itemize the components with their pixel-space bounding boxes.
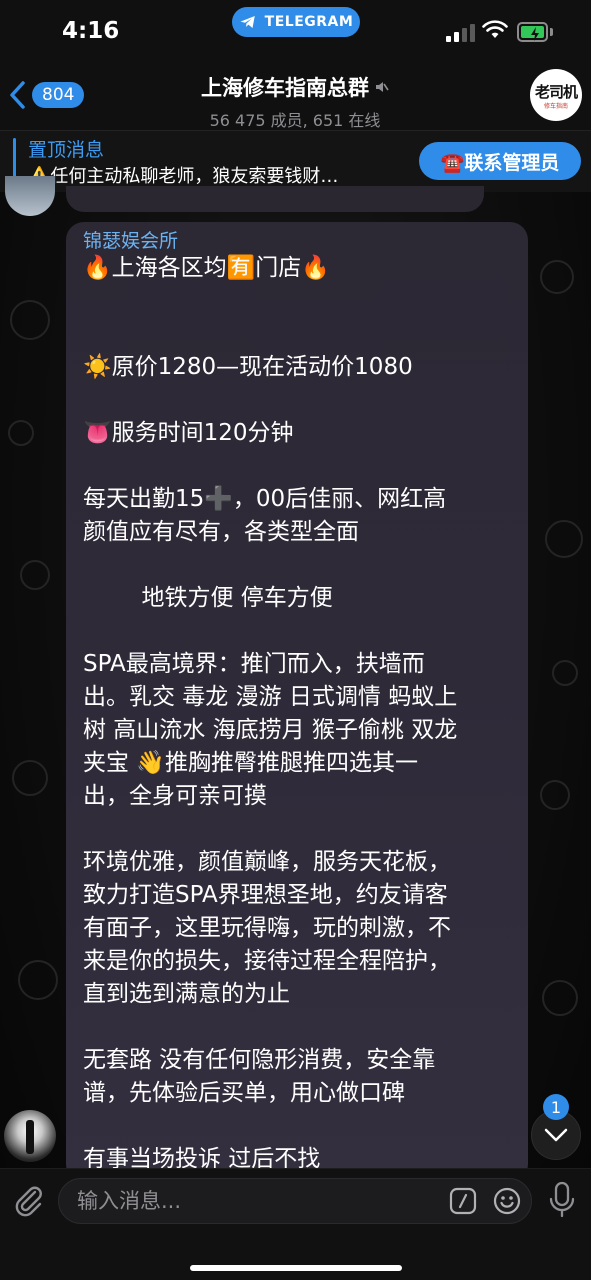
- message-line: 无套路 没有任何隐形消费，安全靠: [83, 1047, 436, 1073]
- message-line: [83, 285, 515, 318]
- bot-commands-icon[interactable]: [449, 1187, 477, 1215]
- message-line: 夹宝 👋推胸推臀推腿推四选其一: [83, 750, 418, 776]
- message-line: 出。乳交 毒龙 漫游 日式调情 蚂蚁上: [83, 684, 458, 710]
- paperclip-icon[interactable]: [12, 1183, 46, 1217]
- microphone-icon[interactable]: [548, 1181, 576, 1219]
- message-line: 👅服务时间120分钟: [83, 420, 294, 446]
- back-button[interactable]: 804: [8, 80, 85, 110]
- message-line: 有面子，这里玩得嗨，玩的刺激，不: [83, 915, 451, 941]
- message-line: 致力打造SPA界理想圣地，约友请客: [83, 882, 448, 908]
- telegram-icon: [240, 16, 255, 28]
- avatar-logo-text: 老司机: [534, 82, 578, 101]
- message-line: SPA最高境界：推门而入，扶墙而: [83, 651, 425, 677]
- message-line: [83, 1011, 515, 1044]
- chat-title-area[interactable]: 上海修车指南总群 56 475 成员, 651 在线: [150, 72, 440, 131]
- message-line: ☀️原价1280—现在活动价1080: [83, 354, 413, 380]
- message-line: 地铁方便 停车方便: [83, 585, 333, 611]
- chevron-down-icon: [544, 1128, 568, 1142]
- message-line: 颜值应有尽有，各类型全面: [83, 519, 359, 545]
- pinned-title: 置顶消息: [28, 139, 105, 161]
- message-sender-name[interactable]: 锦瑟娱会所: [83, 226, 178, 253]
- message-line: [83, 450, 515, 483]
- message-line: 谱，先体验后买单，用心做口碑: [83, 1080, 405, 1106]
- new-messages-badge: 1: [543, 1094, 569, 1120]
- message-line: 🔥上海各区均🈶门店🔥: [83, 255, 330, 281]
- message-line: [83, 615, 515, 648]
- message-line: 环境优雅，颜值巅峰，服务天花板，: [83, 849, 451, 875]
- message-input[interactable]: [77, 1187, 437, 1215]
- status-bar: 4:16 TELEGRAM: [0, 0, 591, 60]
- home-indicator: [190, 1265, 402, 1271]
- pinned-message-bar[interactable]: 置顶消息 ⚠️任何主动私聊老师，狼友索要钱财… ☎️联系管理员: [0, 130, 591, 192]
- message-line: [83, 549, 515, 582]
- pinned-text: ⚠️任何主动私聊老师，狼友索要钱财…: [28, 166, 339, 187]
- previous-message-bubble[interactable]: [66, 186, 484, 212]
- chat-subtitle: 56 475 成员, 651 在线: [209, 111, 381, 130]
- contact-admin-button[interactable]: ☎️联系管理员: [419, 142, 581, 180]
- chat-header: 804 上海修车指南总群 56 475 成员, 651 在线 老司机 修车指南: [0, 60, 591, 130]
- message-line: [83, 1110, 515, 1143]
- message-line: [83, 384, 515, 417]
- sender-avatar[interactable]: [4, 1110, 56, 1162]
- status-time: 4:16: [62, 18, 120, 44]
- message-line: 来是你的损失，接待过程全程陪护，: [83, 948, 451, 974]
- message-line: [83, 318, 515, 351]
- message-bubble[interactable]: 锦瑟娱会所 🔥上海各区均🈶门店🔥 ☀️原价1280—现在活动价1080 👅服务时间1…: [66, 222, 528, 1182]
- message-text: 🔥上海各区均🈶门店🔥 ☀️原价1280—现在活动价1080 👅服务时间120分钟每天…: [83, 252, 515, 1176]
- battery-icon: [517, 22, 553, 42]
- chat-title: 上海修车指南总群: [201, 76, 369, 100]
- wifi-icon: [482, 20, 508, 38]
- message-line: 每天出勤15➕，00后佳丽、网红高: [83, 486, 447, 512]
- telegram-pill-label: TELEGRAM: [264, 14, 354, 30]
- telegram-pill[interactable]: TELEGRAM: [232, 7, 360, 37]
- chevron-left-icon: [10, 81, 25, 109]
- avatar-logo-subtext: 修车指南: [543, 102, 568, 110]
- message-line: [83, 813, 515, 846]
- message-input-container: [58, 1178, 532, 1224]
- message-input-bar: [0, 1168, 591, 1280]
- muted-icon: [376, 82, 389, 92]
- message-line: 树 高山流水 海底捞月 猴子偷桃 双龙: [83, 717, 458, 743]
- cellular-signal-icon: [446, 24, 476, 42]
- group-avatar[interactable]: 老司机 修车指南: [530, 69, 582, 121]
- emoji-icon[interactable]: [493, 1187, 521, 1215]
- unread-count-badge: 804: [32, 82, 85, 108]
- message-line: 直到选到满意的为止: [83, 981, 290, 1007]
- message-line: 出，全身可亲可摸: [83, 783, 267, 809]
